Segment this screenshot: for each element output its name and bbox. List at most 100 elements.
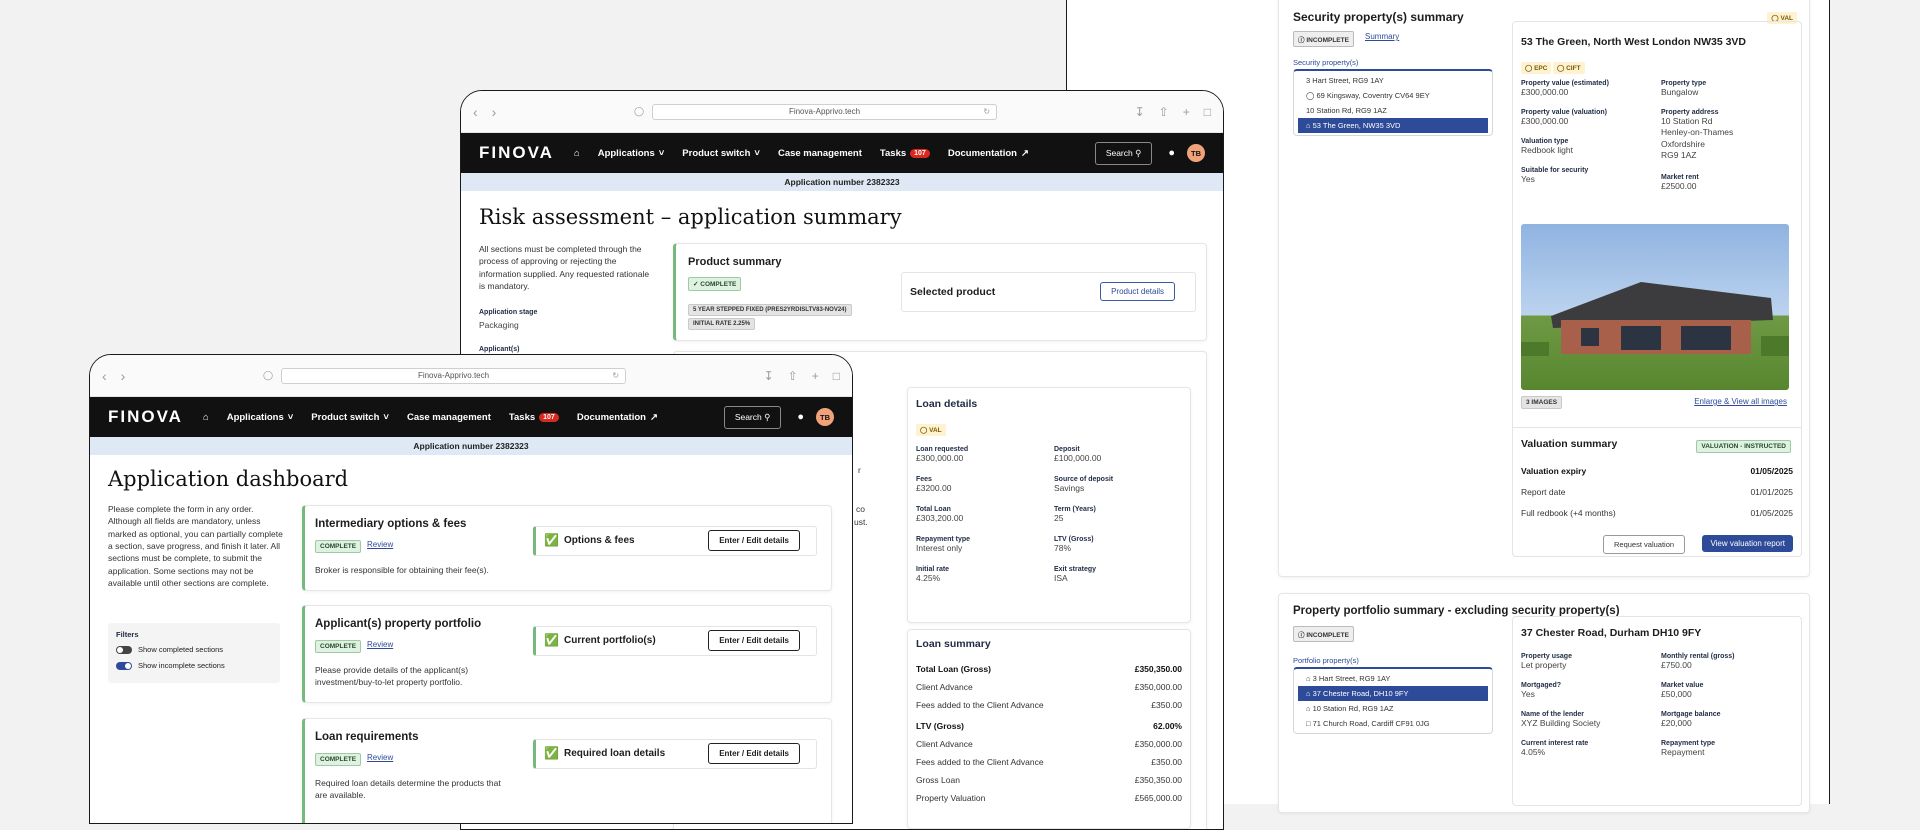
section-desc: Broker is responsible for obtaining thei… xyxy=(315,565,489,575)
address-bar[interactable]: Finova-Apprivo.tech ↻ xyxy=(652,103,998,120)
field-value: Let property xyxy=(1521,660,1567,670)
enter-edit-button[interactable]: Enter / Edit details xyxy=(708,630,800,651)
product-summary-card: Product summary ✓ COMPLETE 5 YEAR STEPPE… xyxy=(673,243,1207,341)
address-bar[interactable]: Finova-Apprivo.tech ↻ xyxy=(281,367,627,384)
field-value: £300,000.00 xyxy=(1521,87,1569,97)
list-item[interactable]: □ 71 Church Road, Cardiff CF91 0JG xyxy=(1298,716,1488,731)
tab-summary[interactable]: Summary xyxy=(1365,32,1399,41)
request-valuation-button[interactable]: Request valuation xyxy=(1603,535,1686,554)
nav-documentation[interactable]: Documentation ↗ xyxy=(948,148,1029,159)
toggle-off[interactable] xyxy=(116,646,132,655)
enlarge-link[interactable]: Enlarge & View all images xyxy=(1694,397,1787,406)
nav-case-management[interactable]: Case management xyxy=(778,148,862,159)
search-button[interactable]: Search ⚲ xyxy=(1094,141,1153,165)
forward-icon[interactable]: › xyxy=(492,104,497,120)
field-label: Property address xyxy=(1661,109,1719,116)
section-title: Applicant(s) property portfolio xyxy=(315,618,482,630)
application-number: Application number 2382323 xyxy=(90,437,852,455)
user-icon[interactable]: ● xyxy=(1168,147,1175,159)
back-icon[interactable]: ‹ xyxy=(102,368,107,384)
finova-logo[interactable]: FINOVA xyxy=(479,143,554,163)
complete-tag: COMPLETE xyxy=(315,640,362,653)
shield-icon: ◯ xyxy=(633,106,645,116)
enter-edit-button[interactable]: Enter / Edit details xyxy=(708,743,800,764)
home-icon[interactable]: ⌂ xyxy=(574,148,580,159)
toggle-on[interactable] xyxy=(116,662,132,671)
field-value: 25 xyxy=(1054,513,1064,523)
subsection-box: ✅ Required loan details Enter / Edit det… xyxy=(533,739,817,769)
security-property-list[interactable]: 3 Hart Street, RG9 1AY ◯ 69 Kingsway, Co… xyxy=(1293,69,1493,136)
field-label: Mortgaged? xyxy=(1521,682,1562,689)
back-icon[interactable]: ‹ xyxy=(473,104,478,120)
tabs-icon[interactable]: □ xyxy=(833,369,840,383)
list-item-selected[interactable]: ⌂ 53 The Green, NW35 3VD xyxy=(1298,118,1488,133)
nav-tasks[interactable]: Tasks 107 xyxy=(509,412,559,423)
field-label: LTV (Gross) xyxy=(1054,536,1094,543)
property-image[interactable] xyxy=(1521,224,1789,390)
field-value: £750.00 xyxy=(1661,660,1692,670)
detail-title: 37 Chester Road, Durham DH10 9FY xyxy=(1521,627,1702,639)
enter-edit-button[interactable]: Enter / Edit details xyxy=(708,530,800,551)
subsection-box: ✅ Options & fees Enter / Edit details xyxy=(533,526,817,556)
stray-text: co xyxy=(856,504,865,514)
avatar[interactable]: TB xyxy=(816,408,834,426)
field-value: 4.05% xyxy=(1521,747,1546,757)
field-value: £303,200.00 xyxy=(916,513,964,523)
selected-product-box: Selected product Product details xyxy=(901,272,1196,312)
security-title: Security property(s) summary xyxy=(1293,10,1464,24)
product-tag: 5 YEAR STEPPED FIXED (PRES2YRDISLTV83-NO… xyxy=(688,304,852,316)
share-icon[interactable]: ⇧ xyxy=(1159,105,1169,119)
field-label: Property value (estimated) xyxy=(1521,80,1609,87)
home-icon[interactable]: ⌂ xyxy=(203,412,209,423)
val-tag: ◯ VAL xyxy=(916,424,946,436)
portfolio-list-label: Portfolio property(s) xyxy=(1293,656,1359,665)
field-label: Market rent xyxy=(1661,173,1699,181)
forward-icon[interactable]: › xyxy=(121,368,126,384)
nav-product-switch[interactable]: Product switch ˅ xyxy=(311,412,389,423)
incomplete-tag: ⓘ INCOMPLETE xyxy=(1293,626,1354,642)
new-tab-icon[interactable]: + xyxy=(812,369,819,383)
valuation-summary: Valuation summary VALUATION - INSTRUCTED… xyxy=(1513,427,1801,557)
field-value: Yes xyxy=(1521,174,1535,184)
nav-applications[interactable]: Applications ˅ xyxy=(227,412,294,423)
product-details-button[interactable]: Product details xyxy=(1100,282,1175,301)
field-label: Property type xyxy=(1661,80,1707,87)
filter-completed[interactable]: Show completed sections xyxy=(116,645,272,655)
nav-case-management[interactable]: Case management xyxy=(407,412,491,423)
check-circle-icon: ✅ xyxy=(544,746,559,760)
download-icon[interactable]: ↧ xyxy=(764,369,774,383)
field-label: Exit strategy xyxy=(1054,566,1097,573)
new-tab-icon[interactable]: + xyxy=(1183,105,1190,119)
list-item[interactable]: 3 Hart Street, RG9 1AY xyxy=(1298,73,1488,88)
finova-logo[interactable]: FINOVA xyxy=(108,407,183,427)
nav-product-switch[interactable]: Product switch ˅ xyxy=(682,148,760,159)
list-item[interactable]: ⌂ 3 Hart Street, RG9 1AY xyxy=(1298,671,1488,686)
nav-tasks[interactable]: Tasks 107 xyxy=(880,148,930,159)
download-icon[interactable]: ↧ xyxy=(1135,105,1145,119)
list-item[interactable]: 10 Station Rd, RG9 1AZ xyxy=(1298,103,1488,118)
field-label: Repayment type xyxy=(1661,740,1716,747)
reload-icon[interactable]: ↻ xyxy=(612,371,619,380)
review-link[interactable]: Review xyxy=(367,640,393,649)
section-card: Loan requirements COMPLETE Review Requir… xyxy=(302,718,832,823)
portfolio-property-list[interactable]: ⌂ 3 Hart Street, RG9 1AY ⌂ 37 Chester Ro… xyxy=(1293,667,1493,734)
cift-tag: ◯ CIFT xyxy=(1553,62,1585,74)
review-link[interactable]: Review xyxy=(367,753,393,762)
view-valuation-report-button[interactable]: View valuation report xyxy=(1702,535,1793,552)
share-icon[interactable]: ⇧ xyxy=(788,369,798,383)
search-button[interactable]: Search ⚲ xyxy=(723,405,782,429)
reload-icon[interactable]: ↻ xyxy=(983,107,990,116)
avatar[interactable]: TB xyxy=(1187,144,1205,162)
field-label: Current interest rate xyxy=(1521,740,1589,747)
nav-applications[interactable]: Applications ˅ xyxy=(598,148,665,159)
tabs-icon[interactable]: □ xyxy=(1204,105,1211,119)
review-link[interactable]: Review xyxy=(367,540,393,549)
epc-tag: ◯ EPC xyxy=(1521,62,1552,74)
list-item[interactable]: ⌂ 10 Station Rd, RG9 1AZ xyxy=(1298,701,1488,716)
filter-incomplete[interactable]: Show incomplete sections xyxy=(116,661,272,671)
list-item[interactable]: ◯ 69 Kingsway, Coventry CV64 9EY xyxy=(1298,88,1488,103)
user-icon[interactable]: ● xyxy=(797,411,804,423)
nav-documentation[interactable]: Documentation ↗ xyxy=(577,412,658,423)
summary-row: Fees added to the Client Advance £350.00 xyxy=(916,757,1182,767)
list-item-selected[interactable]: ⌂ 37 Chester Road, DH10 9FY xyxy=(1298,686,1488,701)
